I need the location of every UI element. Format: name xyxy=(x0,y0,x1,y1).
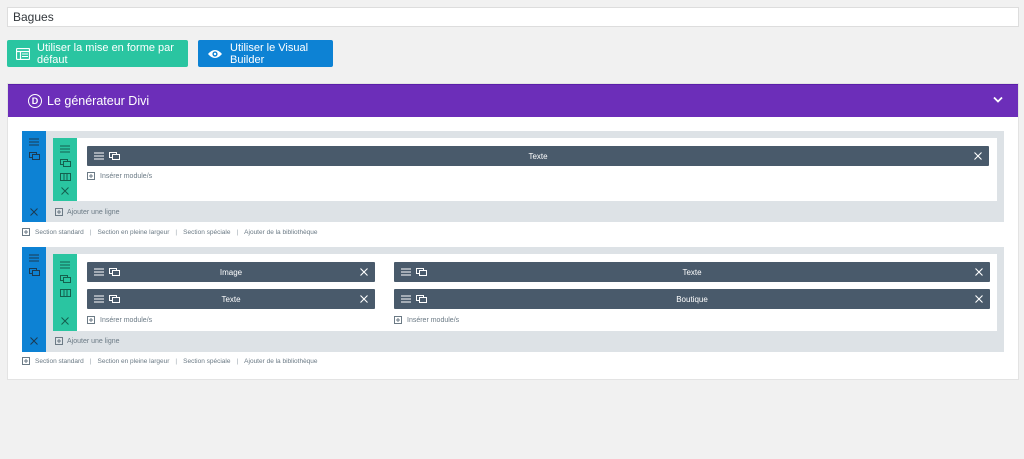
plus-square-icon xyxy=(87,316,95,324)
duplicate-icon[interactable] xyxy=(29,268,40,276)
plus-square-icon xyxy=(55,208,63,216)
post-title-input[interactable] xyxy=(7,7,1019,27)
module-name: Image xyxy=(219,268,243,277)
specialty-section-link[interactable]: Section spéciale xyxy=(183,229,230,236)
specialty-section-link[interactable]: Section spéciale xyxy=(183,358,230,365)
section-control-bar xyxy=(22,247,46,352)
close-icon[interactable] xyxy=(974,152,982,160)
module-texte[interactable]: Texte xyxy=(87,146,989,166)
standard-section-link[interactable]: Section standard xyxy=(35,358,84,365)
module-name: Boutique xyxy=(676,295,708,304)
add-row-link[interactable]: Ajouter une ligne xyxy=(55,337,120,345)
duplicate-icon[interactable] xyxy=(29,152,40,160)
section-1: Texte Insérer module/s Ajouter une ligne xyxy=(22,131,1004,222)
close-icon[interactable] xyxy=(975,295,983,303)
divi-builder-title: Le générateur Divi xyxy=(47,94,150,108)
section-add-links: Section standard | Section en pleine larg… xyxy=(22,357,318,365)
plus-square-icon xyxy=(87,172,95,180)
module-boutique[interactable]: Boutique xyxy=(394,289,990,309)
add-row-link[interactable]: Ajouter une ligne xyxy=(55,208,120,216)
fullwidth-section-link[interactable]: Section en pleine largeur xyxy=(98,358,170,365)
close-icon[interactable] xyxy=(975,268,983,276)
use-default-layout-label: Utiliser la mise en forme par défaut xyxy=(37,41,174,66)
divi-builder-header[interactable]: D Le générateur Divi xyxy=(8,84,1018,117)
hamburger-icon[interactable] xyxy=(60,145,70,153)
hamburger-icon[interactable] xyxy=(60,261,70,269)
hamburger-icon[interactable] xyxy=(29,254,39,262)
insert-module-link[interactable]: Insérer module/s xyxy=(87,316,152,324)
divi-builder-panel: D Le générateur Divi Texte Insérer modul… xyxy=(7,83,1019,380)
insert-module-link[interactable]: Insérer module/s xyxy=(394,316,459,324)
close-icon[interactable] xyxy=(360,295,368,303)
module-name: Texte xyxy=(528,152,548,161)
module-texte[interactable]: Texte xyxy=(87,289,375,309)
section-2: Image Texte Insérer module/s Texte Bouti… xyxy=(22,247,1004,352)
row: Texte Insérer module/s xyxy=(77,138,997,201)
section-control-bar xyxy=(22,131,46,222)
use-visual-builder-label: Utiliser le Visual Builder xyxy=(230,41,309,66)
insert-module-link[interactable]: Insérer module/s xyxy=(87,172,152,180)
duplicate-icon[interactable] xyxy=(60,159,71,167)
divi-logo-icon: D xyxy=(28,94,42,108)
row: Image Texte Insérer module/s Texte Bouti… xyxy=(77,254,997,331)
plus-square-icon xyxy=(22,357,30,365)
close-icon[interactable] xyxy=(360,268,368,276)
columns-icon[interactable] xyxy=(60,289,71,297)
row-control-bar xyxy=(53,138,77,201)
use-visual-builder-button[interactable]: Utiliser le Visual Builder xyxy=(198,40,333,67)
standard-section-link[interactable]: Section standard xyxy=(35,229,84,236)
plus-square-icon xyxy=(55,337,63,345)
module-name: Texte xyxy=(682,268,702,277)
section-add-links: Section standard | Section en pleine larg… xyxy=(22,228,318,236)
close-icon[interactable] xyxy=(61,187,69,195)
close-icon[interactable] xyxy=(61,317,69,325)
close-icon[interactable] xyxy=(30,337,38,345)
fullwidth-section-link[interactable]: Section en pleine largeur xyxy=(98,229,170,236)
chevron-down-icon[interactable] xyxy=(993,96,1003,103)
close-icon[interactable] xyxy=(30,208,38,216)
add-from-library-link[interactable]: Ajouter de la bibliothèque xyxy=(244,358,317,365)
hamburger-icon[interactable] xyxy=(29,138,39,146)
plus-square-icon xyxy=(22,228,30,236)
duplicate-icon[interactable] xyxy=(60,275,71,283)
use-default-layout-button[interactable]: Utiliser la mise en forme par défaut xyxy=(7,40,188,67)
module-name: Texte xyxy=(221,295,241,304)
add-from-library-link[interactable]: Ajouter de la bibliothèque xyxy=(244,229,317,236)
plus-square-icon xyxy=(394,316,402,324)
eye-icon xyxy=(208,49,222,58)
row-control-bar xyxy=(53,254,77,331)
layout-icon xyxy=(16,47,30,60)
module-texte[interactable]: Texte xyxy=(394,262,990,282)
module-image[interactable]: Image xyxy=(87,262,375,282)
columns-icon[interactable] xyxy=(60,173,71,181)
